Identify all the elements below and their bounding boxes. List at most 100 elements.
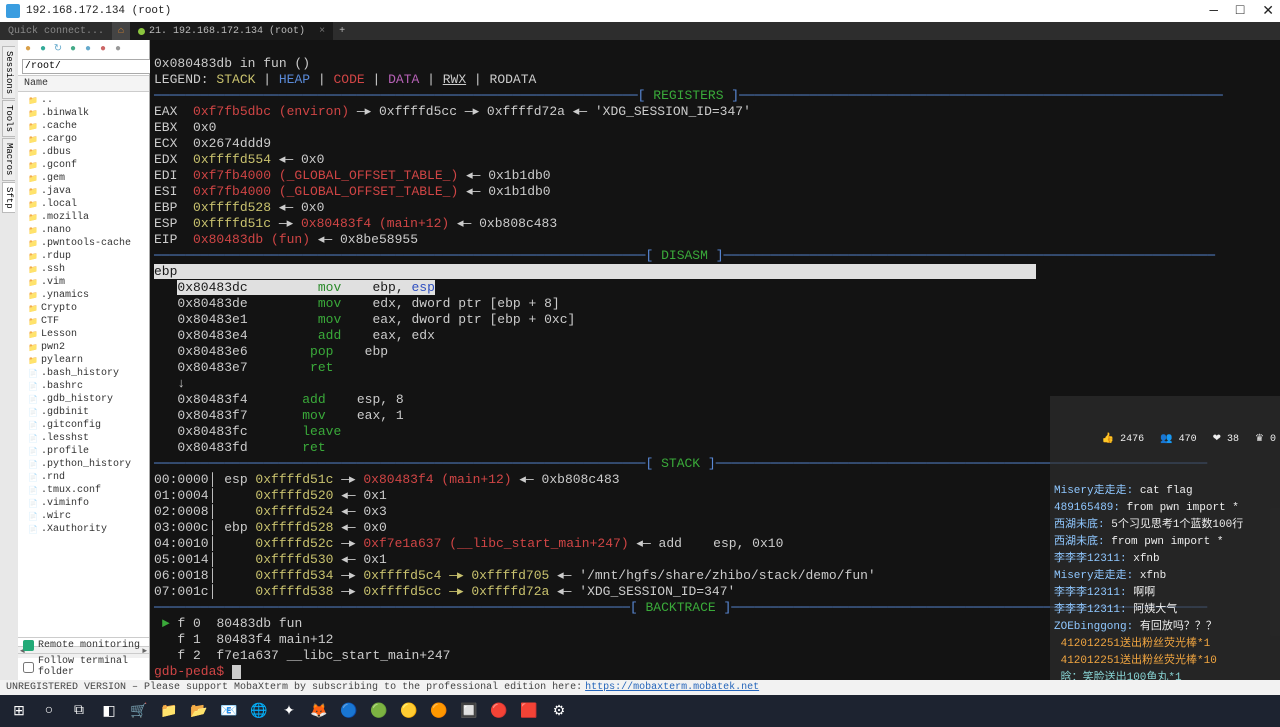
chat-line: 李李李12311: 阿姨大气 — [1054, 602, 1276, 619]
vtab-tools[interactable]: Tools — [2, 100, 15, 137]
sftp-tool-icon[interactable]: ● — [82, 43, 94, 55]
maximize-button[interactable]: □ — [1236, 3, 1244, 20]
chat-line: 412012251送出粉丝荧光棒*1 — [1054, 636, 1276, 653]
sftp-tool-icon[interactable]: ● — [22, 43, 34, 55]
tab-bar: Quick connect... ⌂ 21. 192.168.172.134 (… — [0, 22, 1280, 40]
file-item[interactable]: .binwalk — [18, 107, 149, 120]
status-dot-icon — [138, 28, 145, 35]
file-item[interactable]: CTF — [18, 315, 149, 328]
file-item[interactable]: Lesson — [18, 328, 149, 341]
file-item[interactable]: .viminfo — [18, 497, 149, 510]
column-header-name[interactable]: Name — [18, 75, 149, 92]
path-input[interactable] — [22, 59, 155, 74]
chat-line: 李李李12311: xfnb — [1054, 551, 1276, 568]
home-tab[interactable]: ⌂ — [112, 22, 130, 40]
file-item[interactable]: .lesshst — [18, 432, 149, 445]
taskbar-icon[interactable]: 🔲 — [456, 698, 482, 724]
taskbar-icon[interactable]: 🟡 — [396, 698, 422, 724]
taskbar-icon[interactable]: ○ — [36, 698, 62, 724]
file-item[interactable]: .Xauthority — [18, 523, 149, 536]
stream-stats: 👍 2476👥 470❤ 38♛ 0 — [1054, 432, 1276, 451]
app-icon — [6, 4, 20, 18]
taskbar-icon[interactable]: 📧 — [216, 698, 242, 724]
stream-overlay: 👍 2476👥 470❤ 38♛ 0 Misery走走走: cat flag48… — [1050, 396, 1280, 680]
taskbar-icon[interactable]: 🦊 — [306, 698, 332, 724]
taskbar-icon[interactable]: 🟢 — [366, 698, 392, 724]
file-item[interactable]: .java — [18, 185, 149, 198]
file-item[interactable]: .gem — [18, 172, 149, 185]
file-item[interactable]: .gdb_history — [18, 393, 149, 406]
sftp-tool-icon[interactable]: ● — [67, 43, 79, 55]
taskbar-icon[interactable]: 🔵 — [336, 698, 362, 724]
file-item[interactable]: .. — [18, 94, 149, 107]
file-item[interactable]: .local — [18, 198, 149, 211]
prompt: gdb-peda$ — [154, 664, 232, 679]
file-item[interactable]: .vim — [18, 276, 149, 289]
taskbar-icon[interactable]: 🟥 — [516, 698, 542, 724]
remote-monitor-toggle[interactable]: Remote monitoring — [18, 637, 149, 653]
file-item[interactable]: .gdbinit — [18, 406, 149, 419]
follow-checkbox[interactable] — [23, 662, 34, 673]
vtab-macros[interactable]: Macros — [2, 138, 15, 180]
taskbar-icon[interactable]: ✦ — [276, 698, 302, 724]
file-item[interactable]: .mozilla — [18, 211, 149, 224]
stat: ♛ 0 — [1255, 432, 1276, 448]
chat-line: ZOEbinggong: 有回放吗？？？ — [1054, 619, 1276, 636]
taskbar-icon[interactable]: 🔴 — [486, 698, 512, 724]
file-item[interactable]: .tmux.conf — [18, 484, 149, 497]
file-item[interactable]: .pwntools-cache — [18, 237, 149, 250]
session-tab[interactable]: 21. 192.168.172.134 (root) × — [130, 22, 333, 40]
sftp-toolbar: ● ● ↻ ● ● ● ● — [18, 40, 149, 58]
app-titlebar: 192.168.172.134 (root) — □ ✕ — [0, 0, 1280, 22]
taskbar-icon[interactable]: ◧ — [96, 698, 122, 724]
status-msg: UNREGISTERED VERSION – Please support Mo… — [6, 682, 582, 693]
sftp-tool-icon[interactable]: ● — [37, 43, 49, 55]
file-item[interactable]: .python_history — [18, 458, 149, 471]
file-item[interactable]: pylearn — [18, 354, 149, 367]
file-item[interactable]: .rdup — [18, 250, 149, 263]
taskbar-icon[interactable]: ⊞ — [6, 698, 32, 724]
file-item[interactable]: .ynamics — [18, 289, 149, 302]
status-link[interactable]: https://mobaxterm.mobatek.net — [585, 682, 759, 693]
sftp-tool-icon[interactable]: ● — [97, 43, 109, 55]
file-item[interactable]: .rnd — [18, 471, 149, 484]
file-item[interactable]: .gconf — [18, 159, 149, 172]
taskbar-icon[interactable]: 📁 — [156, 698, 182, 724]
taskbar-icon[interactable]: 🌐 — [246, 698, 272, 724]
file-item[interactable]: .bashrc — [18, 380, 149, 393]
file-list: ...binwalk.cache.cargo.dbus.gconf.gem.ja… — [18, 92, 149, 538]
file-item[interactable]: .bash_history — [18, 367, 149, 380]
windows-taskbar: ⊞○⧉◧🛒📁📂📧🌐✦🦊🔵🟢🟡🟠🔲🔴🟥⚙ — [0, 695, 1280, 727]
sftp-tool-icon[interactable]: ● — [112, 43, 124, 55]
taskbar-icon[interactable]: 🛒 — [126, 698, 152, 724]
file-item[interactable]: .nano — [18, 224, 149, 237]
taskbar-icon[interactable]: 📂 — [186, 698, 212, 724]
file-item[interactable]: .profile — [18, 445, 149, 458]
file-item[interactable]: .dbus — [18, 146, 149, 159]
chat-line: 李李李12311: 啊啊 — [1054, 585, 1276, 602]
taskbar-icon[interactable]: 🟠 — [426, 698, 452, 724]
chat-line: Misery走走走: xfnb — [1054, 568, 1276, 585]
chat-line: 西湖未底: 5个习见思考1个蓝数100行 — [1054, 517, 1276, 534]
system-clock[interactable] — [1270, 706, 1274, 717]
vtab-sessions[interactable]: Sessions — [2, 46, 15, 99]
taskbar-icon[interactable]: ⚙ — [546, 698, 572, 724]
location-line: 0x080483db in fun () — [154, 56, 310, 71]
taskbar-icon[interactable]: ⧉ — [66, 698, 92, 724]
vtab-sftp[interactable]: Sftp — [2, 182, 15, 214]
file-item[interactable]: .cargo — [18, 133, 149, 146]
terminal[interactable]: 0x080483db in fun () LEGEND: STACK | HEA… — [150, 40, 1280, 680]
file-item[interactable]: .ssh — [18, 263, 149, 276]
stat: ❤ 38 — [1213, 432, 1239, 448]
file-item[interactable]: Crypto — [18, 302, 149, 315]
file-item[interactable]: .wirc — [18, 510, 149, 523]
tab-close-icon[interactable]: × — [319, 26, 325, 37]
file-item[interactable]: .gitconfig — [18, 419, 149, 432]
quick-connect[interactable]: Quick connect... — [0, 26, 112, 37]
file-item[interactable]: .cache — [18, 120, 149, 133]
close-button[interactable]: ✕ — [1262, 3, 1274, 20]
new-tab-button[interactable]: + — [333, 26, 351, 37]
sftp-tool-icon[interactable]: ↻ — [52, 43, 64, 55]
minimize-button[interactable]: — — [1209, 3, 1217, 20]
file-item[interactable]: pwn2 — [18, 341, 149, 354]
